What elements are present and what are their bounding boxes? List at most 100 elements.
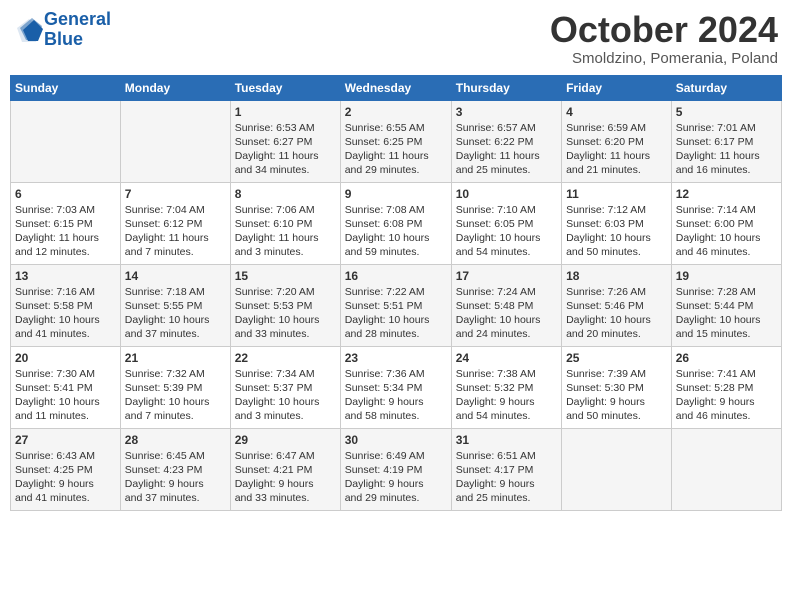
calendar-table: SundayMondayTuesdayWednesdayThursdayFrid… bbox=[10, 75, 782, 511]
logo: General Blue bbox=[14, 10, 111, 50]
day-info: Sunrise: 7:12 AMSunset: 6:03 PMDaylight:… bbox=[566, 203, 667, 260]
day-number: 15 bbox=[235, 269, 336, 283]
day-number: 21 bbox=[125, 351, 226, 365]
calendar-cell: 30Sunrise: 6:49 AMSunset: 4:19 PMDayligh… bbox=[340, 428, 451, 510]
calendar-cell: 28Sunrise: 6:45 AMSunset: 4:23 PMDayligh… bbox=[120, 428, 230, 510]
day-info: Sunrise: 7:14 AMSunset: 6:00 PMDaylight:… bbox=[676, 203, 777, 260]
day-number: 26 bbox=[676, 351, 777, 365]
day-number: 8 bbox=[235, 187, 336, 201]
day-number: 12 bbox=[676, 187, 777, 201]
calendar-week-row: 20 Sunrise: 7:30 AMSunset: 5:41 PMDayligh… bbox=[11, 346, 782, 428]
day-header: Saturday bbox=[671, 75, 781, 100]
day-number: 2 bbox=[345, 105, 447, 119]
calendar-cell: 4 Sunrise: 6:59 AMSunset: 6:20 PMDaylight… bbox=[562, 100, 672, 182]
day-info: Sunrise: 7:10 AMSunset: 6:05 PMDaylight:… bbox=[456, 203, 557, 260]
day-number: 19 bbox=[676, 269, 777, 283]
calendar-cell: 18Sunrise: 7:26 AMSunset: 5:46 PMDayligh… bbox=[562, 264, 672, 346]
day-number: 10 bbox=[456, 187, 557, 201]
calendar-cell: 23 Sunrise: 7:36 AMSunset: 5:34 PMDayligh… bbox=[340, 346, 451, 428]
calendar-cell: 9 Sunrise: 7:08 AMSunset: 6:08 PMDaylight… bbox=[340, 182, 451, 264]
calendar-cell: 29 Sunrise: 6:47 AMSunset: 4:21 PMDayligh… bbox=[230, 428, 340, 510]
day-number: 1 bbox=[235, 105, 336, 119]
calendar-cell: 25Sunrise: 7:39 AMSunset: 5:30 PMDayligh… bbox=[562, 346, 672, 428]
day-info: Sunrise: 6:59 AMSunset: 6:20 PMDaylight:… bbox=[566, 121, 667, 178]
day-number: 5 bbox=[676, 105, 777, 119]
calendar-cell: 22 Sunrise: 7:34 AMSunset: 5:37 PMDayligh… bbox=[230, 346, 340, 428]
day-number: 6 bbox=[15, 187, 116, 201]
day-number: 25 bbox=[566, 351, 667, 365]
day-number: 18 bbox=[566, 269, 667, 283]
day-info: Sunrise: 7:34 AMSunset: 5:37 PMDaylight:… bbox=[235, 367, 336, 424]
day-info: Sunrise: 7:20 AMSunset: 5:53 PMDaylight:… bbox=[235, 285, 336, 342]
day-number: 31 bbox=[456, 433, 557, 447]
day-number: 17 bbox=[456, 269, 557, 283]
day-info: Sunrise: 7:01 AMSunset: 6:17 PMDaylight:… bbox=[676, 121, 777, 178]
day-info: Sunrise: 7:08 AMSunset: 6:08 PMDaylight:… bbox=[345, 203, 447, 260]
logo-icon bbox=[14, 16, 42, 44]
calendar-cell: 3 Sunrise: 6:57 AMSunset: 6:22 PMDaylight… bbox=[451, 100, 561, 182]
day-info: Sunrise: 7:38 AMSunset: 5:32 PMDaylight:… bbox=[456, 367, 557, 424]
day-info: Sunrise: 6:57 AMSunset: 6:22 PMDaylight:… bbox=[456, 121, 557, 178]
day-number: 16 bbox=[345, 269, 447, 283]
day-header: Tuesday bbox=[230, 75, 340, 100]
day-info: Sunrise: 6:53 AMSunset: 6:27 PMDaylight:… bbox=[235, 121, 336, 178]
day-header: Thursday bbox=[451, 75, 561, 100]
day-info: Sunrise: 7:16 AMSunset: 5:58 PMDaylight:… bbox=[15, 285, 116, 342]
day-info: Sunrise: 7:32 AMSunset: 5:39 PMDaylight:… bbox=[125, 367, 226, 424]
calendar-cell: 26Sunrise: 7:41 AMSunset: 5:28 PMDayligh… bbox=[671, 346, 781, 428]
calendar-cell: 14Sunrise: 7:18 AMSunset: 5:55 PMDayligh… bbox=[120, 264, 230, 346]
day-header: Friday bbox=[562, 75, 672, 100]
page-header: General Blue October 2024 Smoldzino, Pom… bbox=[10, 10, 782, 67]
logo-line2: Blue bbox=[44, 29, 83, 49]
day-info: Sunrise: 7:22 AMSunset: 5:51 PMDaylight:… bbox=[345, 285, 447, 342]
calendar-cell: 24Sunrise: 7:38 AMSunset: 5:32 PMDayligh… bbox=[451, 346, 561, 428]
day-info: Sunrise: 7:18 AMSunset: 5:55 PMDaylight:… bbox=[125, 285, 226, 342]
day-number: 9 bbox=[345, 187, 447, 201]
calendar-cell: 12 Sunrise: 7:14 AMSunset: 6:00 PMDayligh… bbox=[671, 182, 781, 264]
calendar-cell: 20 Sunrise: 7:30 AMSunset: 5:41 PMDayligh… bbox=[11, 346, 121, 428]
day-info: Sunrise: 6:47 AMSunset: 4:21 PMDaylight:… bbox=[235, 449, 336, 506]
day-info: Sunrise: 7:36 AMSunset: 5:34 PMDaylight:… bbox=[345, 367, 447, 424]
day-info: Sunrise: 7:24 AMSunset: 5:48 PMDaylight:… bbox=[456, 285, 557, 342]
calendar-cell: 19 Sunrise: 7:28 AMSunset: 5:44 PMDayligh… bbox=[671, 264, 781, 346]
day-info: Sunrise: 6:51 AMSunset: 4:17 PMDaylight:… bbox=[456, 449, 557, 506]
calendar-cell: 13Sunrise: 7:16 AMSunset: 5:58 PMDayligh… bbox=[11, 264, 121, 346]
day-info: Sunrise: 7:03 AMSunset: 6:15 PMDaylight:… bbox=[15, 203, 116, 260]
day-number: 22 bbox=[235, 351, 336, 365]
day-header: Sunday bbox=[11, 75, 121, 100]
calendar-cell bbox=[120, 100, 230, 182]
day-number: 29 bbox=[235, 433, 336, 447]
calendar-week-row: 1 Sunrise: 6:53 AMSunset: 6:27 PMDaylight… bbox=[11, 100, 782, 182]
calendar-cell: 16 Sunrise: 7:22 AMSunset: 5:51 PMDayligh… bbox=[340, 264, 451, 346]
day-number: 28 bbox=[125, 433, 226, 447]
calendar-week-row: 6 Sunrise: 7:03 AMSunset: 6:15 PMDaylight… bbox=[11, 182, 782, 264]
calendar-cell: 7Sunrise: 7:04 AMSunset: 6:12 PMDaylight… bbox=[120, 182, 230, 264]
calendar-cell bbox=[11, 100, 121, 182]
logo-text: General Blue bbox=[44, 10, 111, 50]
calendar-cell: 5 Sunrise: 7:01 AMSunset: 6:17 PMDaylight… bbox=[671, 100, 781, 182]
calendar-cell: 1 Sunrise: 6:53 AMSunset: 6:27 PMDaylight… bbox=[230, 100, 340, 182]
calendar-cell: 21 Sunrise: 7:32 AMSunset: 5:39 PMDayligh… bbox=[120, 346, 230, 428]
day-number: 3 bbox=[456, 105, 557, 119]
day-info: Sunrise: 7:28 AMSunset: 5:44 PMDaylight:… bbox=[676, 285, 777, 342]
day-number: 4 bbox=[566, 105, 667, 119]
month-title: October 2024 bbox=[550, 10, 778, 50]
calendar-cell bbox=[562, 428, 672, 510]
calendar-cell: 6 Sunrise: 7:03 AMSunset: 6:15 PMDaylight… bbox=[11, 182, 121, 264]
day-info: Sunrise: 7:06 AMSunset: 6:10 PMDaylight:… bbox=[235, 203, 336, 260]
calendar-header-row: SundayMondayTuesdayWednesdayThursdayFrid… bbox=[11, 75, 782, 100]
day-number: 27 bbox=[15, 433, 116, 447]
day-header: Monday bbox=[120, 75, 230, 100]
calendar-cell bbox=[671, 428, 781, 510]
day-info: Sunrise: 7:30 AMSunset: 5:41 PMDaylight:… bbox=[15, 367, 116, 424]
calendar-cell: 11 Sunrise: 7:12 AMSunset: 6:03 PMDayligh… bbox=[562, 182, 672, 264]
day-number: 23 bbox=[345, 351, 447, 365]
calendar-cell: 10 Sunrise: 7:10 AMSunset: 6:05 PMDayligh… bbox=[451, 182, 561, 264]
location-subtitle: Smoldzino, Pomerania, Poland bbox=[550, 50, 778, 67]
day-number: 7 bbox=[125, 187, 226, 201]
day-number: 20 bbox=[15, 351, 116, 365]
day-number: 11 bbox=[566, 187, 667, 201]
calendar-cell: 8 Sunrise: 7:06 AMSunset: 6:10 PMDaylight… bbox=[230, 182, 340, 264]
day-info: Sunrise: 6:55 AMSunset: 6:25 PMDaylight:… bbox=[345, 121, 447, 178]
calendar-body: 1 Sunrise: 6:53 AMSunset: 6:27 PMDaylight… bbox=[11, 100, 782, 510]
